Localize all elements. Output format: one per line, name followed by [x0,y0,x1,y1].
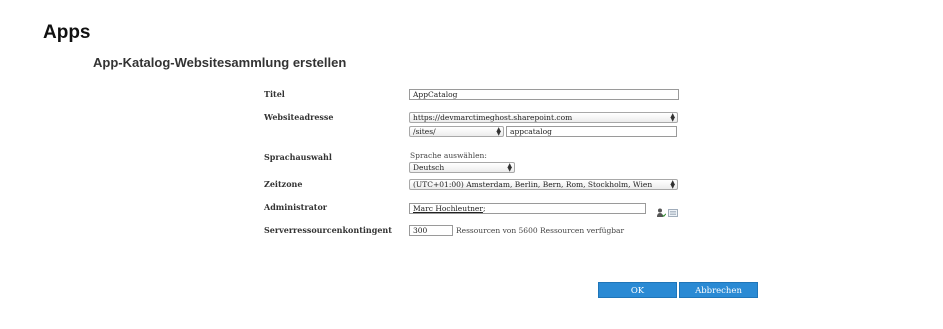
language-select-value: Deutsch [413,163,445,172]
select-arrows-icon: ▲ ▼ [670,179,675,190]
language-label: Sprachauswahl [264,152,332,162]
url-suffix-input[interactable]: appcatalog [506,126,677,137]
language-select[interactable]: Deutsch ▲ ▼ [409,162,515,173]
timezone-label: Zeitzone [264,179,303,189]
administrator-input[interactable]: Marc Hochleutner; [409,203,646,214]
timezone-select-value: (UTC+01:00) Amsterdam, Berlin, Bern, Rom… [413,180,653,189]
app-title: Apps [43,22,91,43]
page-title: App-Katalog-Websitesammlung erstellen [93,55,347,70]
administrator-name: Marc Hochleutner [413,204,483,213]
title-input[interactable]: AppCatalog [409,89,679,100]
administrator-label: Administrator [264,202,328,212]
quota-input[interactable]: 300 [409,225,453,236]
select-arrows-icon: ▲ ▼ [507,162,512,173]
quota-label: Serverressourcenkontingent [264,225,392,235]
quota-available-text: Ressourcen von 5600 Ressourcen verfügbar [456,226,625,235]
host-select[interactable]: https://devmarctimeghost.sharepoint.com … [409,112,678,123]
title-label: Titel [264,89,285,99]
path-select[interactable]: /sites/ ▲ ▼ [409,126,504,137]
website-address-label: Websiteadresse [264,112,334,122]
host-select-value: https://devmarctimeghost.sharepoint.com [413,113,573,122]
path-select-value: /sites/ [413,127,436,136]
language-hint: Sprache auswählen: [410,151,487,160]
select-arrows-icon: ▲ ▼ [496,126,501,137]
cancel-button[interactable]: Abbrechen [679,282,758,298]
timezone-select[interactable]: (UTC+01:00) Amsterdam, Berlin, Bern, Rom… [409,179,678,190]
address-book-icon[interactable] [668,203,678,222]
ok-button[interactable]: OK [598,282,677,298]
person-check-icon[interactable] [656,203,667,222]
administrator-separator: ; [482,204,486,213]
select-arrows-icon: ▲ ▼ [670,112,675,123]
